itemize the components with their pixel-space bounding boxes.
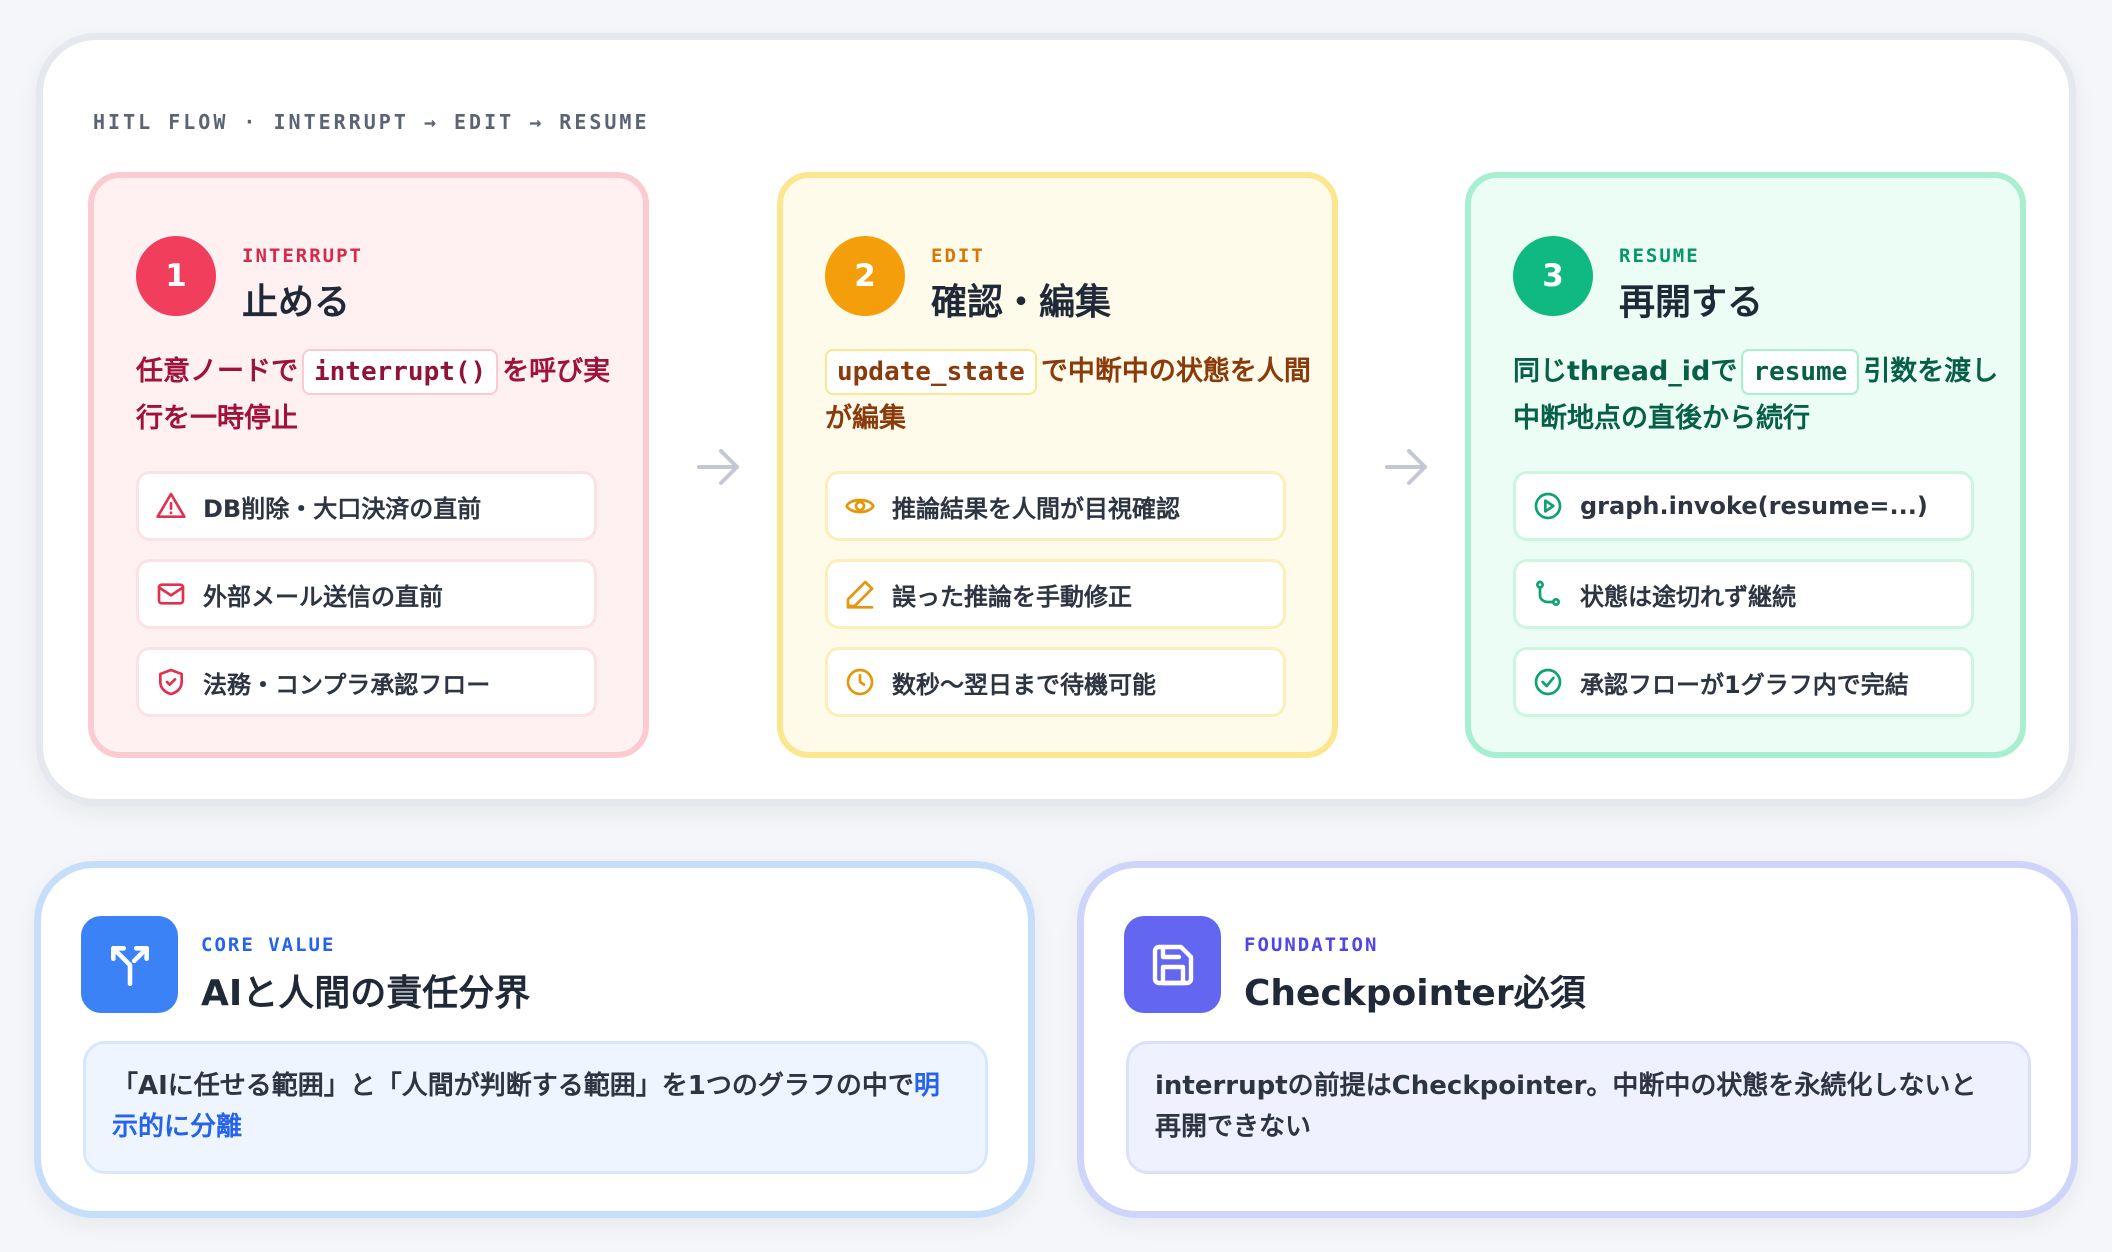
shield-check-icon <box>159 668 183 696</box>
warning-triangle-icon <box>156 492 186 518</box>
save-icon <box>1152 944 1193 985</box>
step-title: 確認・編集 <box>931 282 1112 323</box>
list-item-text: graph.invoke(resume=...) <box>1580 492 1928 520</box>
check-circle-icon <box>1534 668 1562 696</box>
code-snippet: interrupt() <box>302 349 499 395</box>
arrow-right-icon <box>1385 449 1427 485</box>
desc-text: 同じthread_idで <box>1513 356 1738 387</box>
step-number-badge: 3 <box>1513 236 1593 316</box>
step-tag: EDIT <box>931 245 985 267</box>
clock-icon <box>846 668 874 696</box>
step-title: 再開する <box>1619 282 1764 323</box>
list-item: 外部メール送信の直前 <box>136 559 597 629</box>
list-item: graph.invoke(resume=...) <box>1513 471 1974 541</box>
step-description: 同じthread_idで resume 引数を渡し中断地点の直後から続行 <box>1513 348 2003 442</box>
list-item-text: 推論結果を人間が目視確認 <box>892 494 1180 523</box>
code-snippet: resume <box>1741 349 1860 395</box>
step-item-list: graph.invoke(resume=...) 状態は途切れず継続 承認フロー… <box>1513 471 1974 735</box>
code-snippet: update_state <box>825 349 1037 395</box>
step-card-resume: 3 RESUME 再開する 同じthread_idで resume 引数を渡し中断地… <box>1465 172 2026 758</box>
list-item: 推論結果を人間が目視確認 <box>825 471 1286 541</box>
play-circle-icon <box>1534 492 1562 520</box>
step-description: 任意ノードで interrupt() を呼び実行を一時停止 <box>136 348 626 442</box>
step-item-list: DB削除・大口決済の直前 外部メール送信の直前 法務・コンプラ承認フロー <box>136 471 597 735</box>
foundation-card: FOUNDATION Checkpointer必須 interruptの前提はC… <box>1077 861 2078 1218</box>
desc-text: 「AIに任せる範囲」と「人間が判断する範囲」を1つのグラフの中で <box>112 1071 914 1101</box>
list-item: 誤った推論を手動修正 <box>825 559 1286 629</box>
split-arrow-icon <box>110 945 149 986</box>
step-item-list: 推論結果を人間が目視確認 誤った推論を手動修正 数秒〜翌日まで待機可能 <box>825 471 1286 735</box>
card-tag: CORE VALUE <box>201 934 336 956</box>
step-tag: RESUME <box>1619 245 1700 267</box>
flow-label: HITL FLOW · INTERRUPT → EDIT → RESUME <box>93 110 650 134</box>
step-number-badge: 1 <box>136 236 216 316</box>
pencil-icon <box>846 580 874 609</box>
list-item-text: 数秒〜翌日まで待機可能 <box>892 670 1156 699</box>
core-value-icon-tile <box>81 916 178 1013</box>
list-item: 法務・コンプラ承認フロー <box>136 647 597 717</box>
card-tag: FOUNDATION <box>1244 934 1379 956</box>
step-description: update_state で中断中の状態を人間が編集 <box>825 348 1315 442</box>
core-value-card: CORE VALUE AIと人間の責任分界 「AIに任せる範囲」と「人間が判断す… <box>34 861 1035 1218</box>
list-item: 状態は途切れず継続 <box>1513 559 1974 629</box>
desc-text: 任意ノードで <box>136 356 298 387</box>
card-title: Checkpointer必須 <box>1244 973 1586 1014</box>
step-title: 止める <box>242 282 351 323</box>
list-item-text: 外部メール送信の直前 <box>203 582 443 611</box>
card-description: 「AIに任せる範囲」と「人間が判断する範囲」を1つのグラフの中で明示的に分離 <box>83 1041 988 1174</box>
mail-icon <box>157 583 185 605</box>
list-item-text: 誤った推論を手動修正 <box>892 582 1132 611</box>
list-item-text: 承認フローが1グラフ内で完結 <box>1580 670 1909 699</box>
branch-icon <box>1536 580 1560 606</box>
list-item-text: DB削除・大口決済の直前 <box>203 494 482 523</box>
card-title: AIと人間の責任分界 <box>201 973 531 1014</box>
hitl-flow-panel: HITL FLOW · INTERRUPT → EDIT → RESUME 1 … <box>36 33 2076 806</box>
step-number-badge: 2 <box>825 236 905 316</box>
arrow-right-icon <box>697 449 739 485</box>
card-description: interruptの前提はCheckpointer。中断中の状態を永続化しないと… <box>1126 1041 2031 1174</box>
list-item-text: 状態は途切れず継続 <box>1580 582 1796 611</box>
list-item: DB削除・大口決済の直前 <box>136 471 597 541</box>
list-item-text: 法務・コンプラ承認フロー <box>203 670 491 699</box>
step-tag: INTERRUPT <box>242 245 363 267</box>
step-card-interrupt: 1 INTERRUPT 止める 任意ノードで interrupt() を呼び実行を一… <box>88 172 649 758</box>
list-item: 数秒〜翌日まで待機可能 <box>825 647 1286 717</box>
step-card-edit: 2 EDIT 確認・編集 update_state で中断中の状態を人間が編集 推… <box>777 172 1338 758</box>
list-item: 承認フローが1グラフ内で完結 <box>1513 647 1974 717</box>
foundation-icon-tile <box>1124 916 1221 1013</box>
eye-icon <box>845 498 875 514</box>
